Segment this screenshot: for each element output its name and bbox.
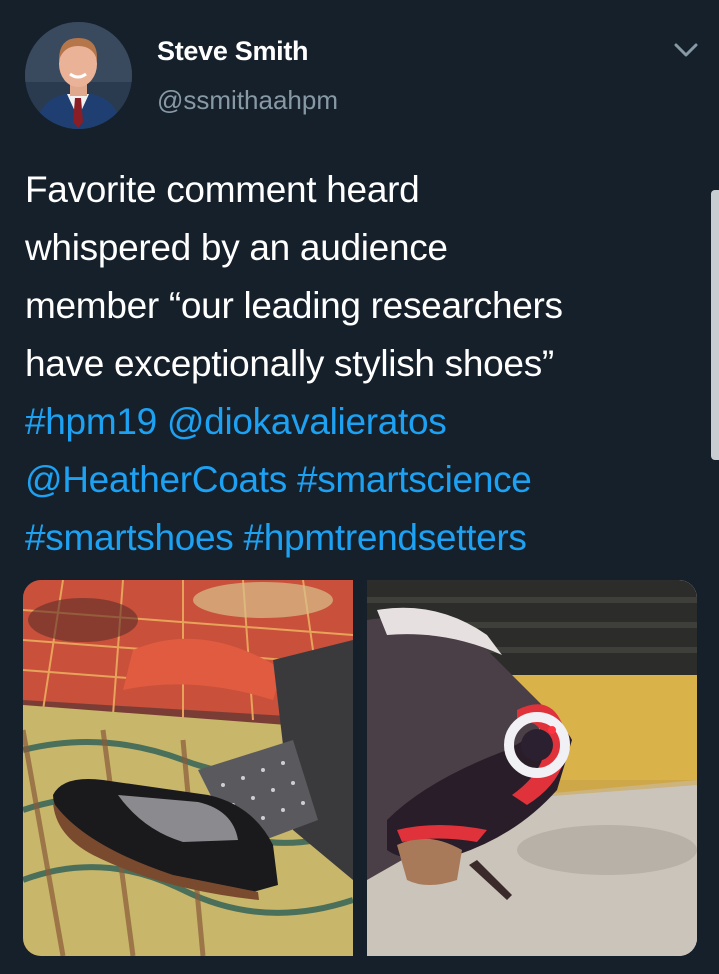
hashtag-smartshoes[interactable]: #smartshoes [25,517,234,558]
tweet-line-4: have exceptionally stylish shoes” [25,343,554,384]
tweet-line-3: member “our leading researchers [25,285,563,326]
tweet-menu-button[interactable] [668,36,704,64]
scrollbar-thumb[interactable] [711,190,719,460]
hashtag-hpm19[interactable]: #hpm19 [25,401,157,442]
hashtag-smartscience[interactable]: #smartscience [297,459,532,500]
tweet-line-6: @HeatherCoats #smartscience [25,451,701,509]
tweet-line-5: #hpm19 @diokavalieratos [25,393,701,451]
hashtag-hpmtrendsetters[interactable]: #hpmtrendsetters [244,517,527,558]
tweet-line-7: #smartshoes #hpmtrendsetters [25,509,701,567]
mention-diokavalieratos[interactable]: @diokavalieratos [167,401,447,442]
avatar[interactable] [25,22,132,129]
tweet-photo-left[interactable] [23,580,353,956]
tweet-line-2: whispered by an audience [25,227,448,268]
chevron-down-icon [674,43,698,57]
author-name[interactable]: Steve Smith [157,36,309,67]
tweet-card: Steve Smith @ssmithaahpm Favorite commen… [0,0,719,974]
tweet-text: Favorite comment heard whispered by an a… [25,161,701,567]
author-handle[interactable]: @ssmithaahpm [157,85,338,116]
tweet-photo-right[interactable] [367,580,697,956]
tweet-line-1: Favorite comment heard [25,169,420,210]
shoe-photo-icon [23,580,353,956]
heel-photo-icon [367,580,697,956]
avatar-photo-icon [25,22,132,129]
mention-heathercoats[interactable]: @HeatherCoats [25,459,287,500]
